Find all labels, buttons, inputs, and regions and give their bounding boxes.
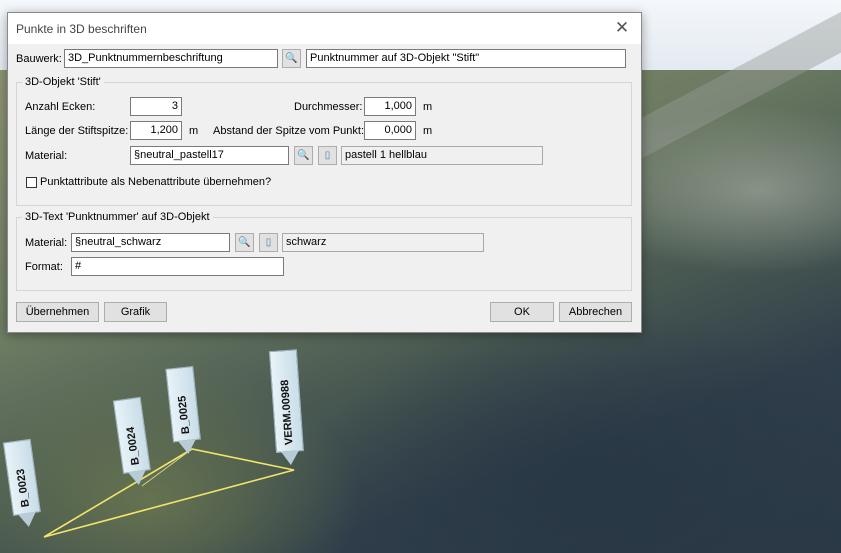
format-input[interactable]: # [71, 257, 284, 276]
bottle-icon: ▯ [265, 237, 272, 248]
durchmesser-input[interactable]: 1,000 [364, 97, 416, 116]
text-material-name: schwarz [282, 233, 484, 252]
laenge-unit: m [189, 125, 199, 137]
anzahl-ecken-label: Anzahl Ecken: [25, 101, 96, 113]
grafik-button[interactable]: Grafik [104, 302, 167, 322]
laenge-input[interactable]: 1,200 [130, 121, 182, 140]
close-icon[interactable]: ✕ [611, 17, 633, 39]
dialog-title: Punkte in 3D beschriften [16, 22, 147, 36]
format-label: Format: [25, 261, 63, 273]
text-material-pick-button[interactable]: ▯ [259, 233, 278, 252]
text-material-input[interactable]: §neutral_schwarz [71, 233, 230, 252]
text-material-search-button[interactable]: 🔍 [235, 233, 254, 252]
punktattribute-checkbox[interactable] [26, 177, 37, 188]
punktattribute-label[interactable]: Punktattribute als Nebenattribute überne… [40, 176, 271, 188]
bauwerk-search-button[interactable]: 🔍 [282, 49, 301, 68]
stift-material-pick-button[interactable]: ▯ [318, 146, 337, 165]
triangle-line [43, 448, 295, 538]
stift-material-input[interactable]: §neutral_pastell17 [130, 146, 289, 165]
pin-label: B_0025 [176, 395, 193, 435]
bauwerk-label: Bauwerk: [16, 53, 62, 65]
durchmesser-unit: m [423, 101, 433, 113]
label-points-dialog: Punkte in 3D beschriften ✕ Bauwerk: 3D_P… [7, 12, 642, 333]
bauwerk-description: Punktnummer auf 3D-Objekt "Stift" [306, 49, 626, 68]
group-stift-title: 3D-Objekt 'Stift' [22, 76, 104, 88]
abbrechen-button[interactable]: Abbrechen [559, 302, 632, 322]
bauwerk-input[interactable]: 3D_Punktnummernbeschriftung [64, 49, 278, 68]
search-icon: 🔍 [238, 237, 251, 248]
laenge-label: Länge der Stiftspitze: [25, 125, 129, 137]
abstand-label: Abstand der Spitze vom Punkt: [213, 125, 365, 137]
bottle-icon: ▯ [324, 150, 331, 161]
abstand-input[interactable]: 0,000 [364, 121, 416, 140]
title-bar[interactable]: Punkte in 3D beschriften ✕ [8, 13, 641, 44]
stift-material-label: Material: [25, 150, 68, 162]
group-text-title: 3D-Text 'Punktnummer' auf 3D-Objekt [22, 211, 213, 223]
pin-label: B_0024 [124, 426, 142, 466]
pin-label: VERM.00988 [278, 379, 296, 446]
text-material-label: Material: [25, 237, 68, 249]
uebernehmen-button[interactable]: Übernehmen [16, 302, 99, 322]
abstand-unit: m [423, 125, 433, 137]
search-icon: 🔍 [285, 53, 298, 64]
durchmesser-label: Durchmesser: [294, 101, 363, 113]
anzahl-ecken-input[interactable]: 3 [130, 97, 182, 116]
search-icon: 🔍 [297, 150, 310, 161]
pin-label: B_0023 [14, 468, 32, 508]
ok-button[interactable]: OK [490, 302, 554, 322]
group-text [16, 217, 632, 291]
stift-material-name: pastell 1 hellblau [341, 146, 543, 165]
stift-material-search-button[interactable]: 🔍 [294, 146, 313, 165]
